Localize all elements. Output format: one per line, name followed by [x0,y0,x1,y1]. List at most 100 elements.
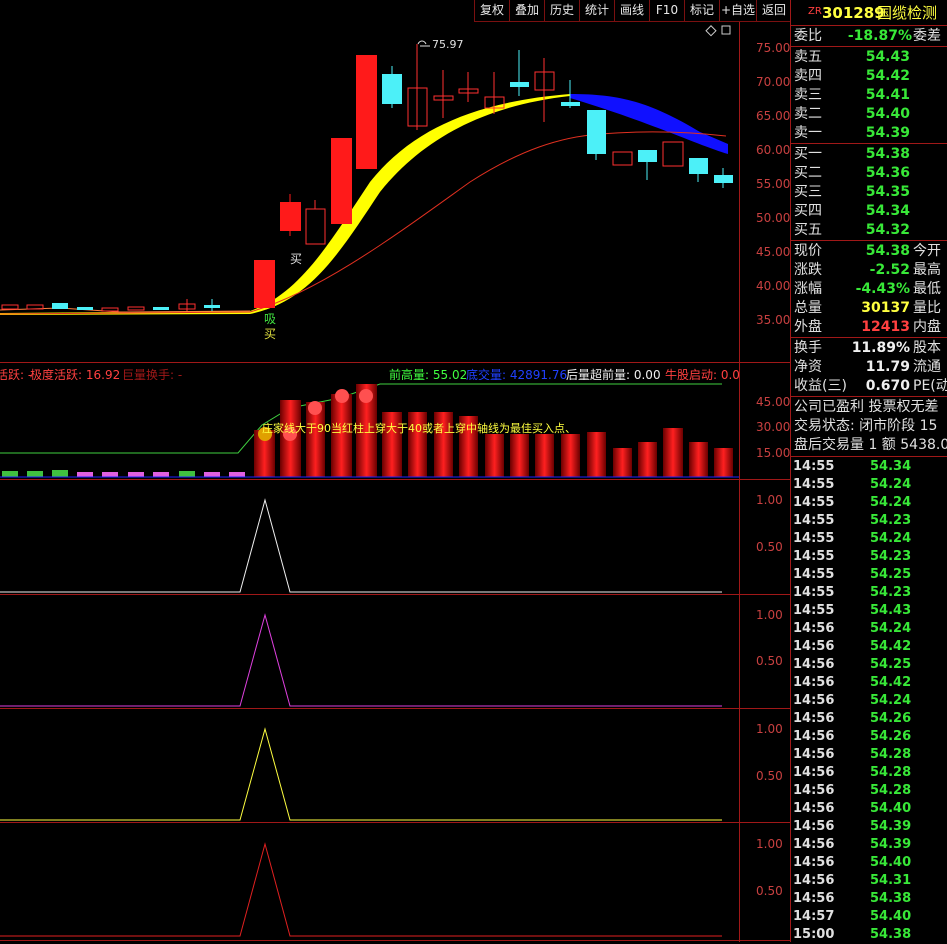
tick-time: 14:56 [793,855,835,870]
indicator-chart-2[interactable] [0,595,739,708]
tick-row: 14:55 54.34 [791,458,947,476]
tick-price: 54.23 [870,513,912,528]
tick-time: 14:56 [793,819,835,834]
tick-row: 14:56 54.38 [791,890,947,908]
quote-value: 54.38 [865,243,910,259]
y-tick: 30.00 [756,420,791,434]
chart-toolbar: 复权 叠加 历史 统计 画线 F10 标记 +自选 返回 [0,0,791,22]
fuquan-button[interactable]: 复权 [474,0,509,22]
ask-row[interactable]: 卖三 54.41 [791,86,947,105]
stock-name: 国缆检测 [877,4,938,22]
quote-label: 现价 [794,243,822,259]
ask-price: 54.41 [865,87,910,103]
tick-list[interactable]: 14:55 54.34 14:55 54.24 14:55 54.24 14:55 54… [791,458,947,942]
tick-row: 14:56 54.28 [791,764,947,782]
quote-label: 外盘 [794,319,822,335]
tick-price: 54.42 [870,639,912,654]
statistics-button[interactable]: 统计 [579,0,614,22]
high-marker-icon [417,40,427,45]
tick-price: 54.25 [870,567,912,582]
indicator-chart-1[interactable] [0,480,739,594]
tick-row: 14:56 54.28 [791,782,947,800]
tick-row: 14:56 54.26 [791,728,947,746]
weibi-row: 委比 -18.87% 委差 [791,27,947,46]
history-button[interactable]: 历史 [544,0,579,22]
tick-time: 14:55 [793,495,835,510]
tick-row: 14:56 54.40 [791,800,947,818]
tick-row: 14:56 54.42 [791,674,947,692]
add-watchlist-button[interactable]: +自选 [719,0,756,22]
bid-row[interactable]: 买三 54.35 [791,183,947,202]
tick-price: 54.39 [870,819,912,834]
ask-row[interactable]: 卖二 54.40 [791,105,947,124]
mark-button[interactable]: 标记 [684,0,719,22]
quote-row: 收益(三) 0.670 PE(动 [791,377,947,396]
bid-label: 买四 [794,203,822,219]
overlay-button[interactable]: 叠加 [509,0,544,22]
tick-row: 14:56 54.26 [791,710,947,728]
tick-row: 14:55 54.24 [791,476,947,494]
draw-line-button[interactable]: 画线 [614,0,649,22]
bid-row[interactable]: 买四 54.34 [791,202,947,221]
bid-price: 54.35 [865,184,910,200]
legend-huge-turnover: 巨量换手: - [122,368,183,380]
quote-tail: 量比 [913,300,941,316]
quote-label: 涨幅 [794,281,822,297]
tick-price: 54.38 [870,891,912,906]
tick-price: 54.23 [870,585,912,600]
quote-label: 换手 [794,340,822,356]
legend-after-volume: 后量超前量: 0.00 [566,368,661,380]
tick-time: 14:56 [793,801,835,816]
quote-tail: 股本 [913,340,941,356]
quote-value: 11.89% [851,340,910,356]
quote-row: 涨跌 -2.52 最高 [791,261,947,280]
indicator-chart-3[interactable] [0,709,739,822]
ask-row[interactable]: 卖一 54.39 [791,124,947,143]
tick-row: 14:56 54.28 [791,746,947,764]
quote-value: 12413 [861,319,910,335]
y-tick: 0.50 [756,540,783,554]
ask-row[interactable]: 卖五 54.43 [791,48,947,67]
ask-price: 54.40 [865,106,910,122]
quote-value: -2.52 [869,262,910,278]
absorb-buy-label: 买 [264,327,277,341]
candlestick-chart[interactable] [0,22,739,362]
tick-time: 14:55 [793,603,835,618]
legend-extreme-active: 极度活跃: 16.92 [30,368,121,380]
tick-time: 14:55 [793,477,835,492]
bid-row[interactable]: 买五 54.32 [791,221,947,240]
ask-price: 54.42 [865,68,910,84]
tick-price: 54.39 [870,837,912,852]
tick-price: 54.28 [870,783,912,798]
tick-time: 14:55 [793,567,835,582]
tick-row: 14:56 54.40 [791,854,947,872]
tick-price: 54.24 [870,477,912,492]
tick-price: 54.40 [870,855,912,870]
quote-label: 总量 [794,300,822,316]
info-text: 公司已盈利 投票权无差 [794,399,939,415]
stock-code: 301289 [822,4,885,22]
tick-time: 14:56 [793,621,835,636]
y-tick: 70.00 [756,75,791,89]
big-candles [254,44,733,308]
stock-header[interactable]: ZR 301289 国缆检测 [791,2,947,24]
back-button[interactable]: 返回 [756,0,791,22]
weicha-label: 委差 [913,28,941,44]
y-tick: 55.00 [756,177,791,191]
bid-row[interactable]: 买一 54.38 [791,145,947,164]
tick-row: 14:56 54.42 [791,638,947,656]
tick-row: 14:55 54.23 [791,548,947,566]
y-tick: 40.00 [756,279,791,293]
tick-price: 54.28 [870,747,912,762]
y-tick: 45.00 [756,245,791,259]
quote-row: 涨幅 -4.43% 最低 [791,280,947,299]
bid-label: 买三 [794,184,822,200]
tick-time: 14:55 [793,531,835,546]
f10-button[interactable]: F10 [649,0,684,22]
quote-row: 现价 54.38 今开 [791,242,947,261]
bid-row[interactable]: 买二 54.36 [791,164,947,183]
tick-row: 14:55 54.23 [791,584,947,602]
ask-row[interactable]: 卖四 54.42 [791,67,947,86]
tick-price: 54.40 [870,909,912,924]
indicator-chart-4[interactable] [0,823,739,940]
